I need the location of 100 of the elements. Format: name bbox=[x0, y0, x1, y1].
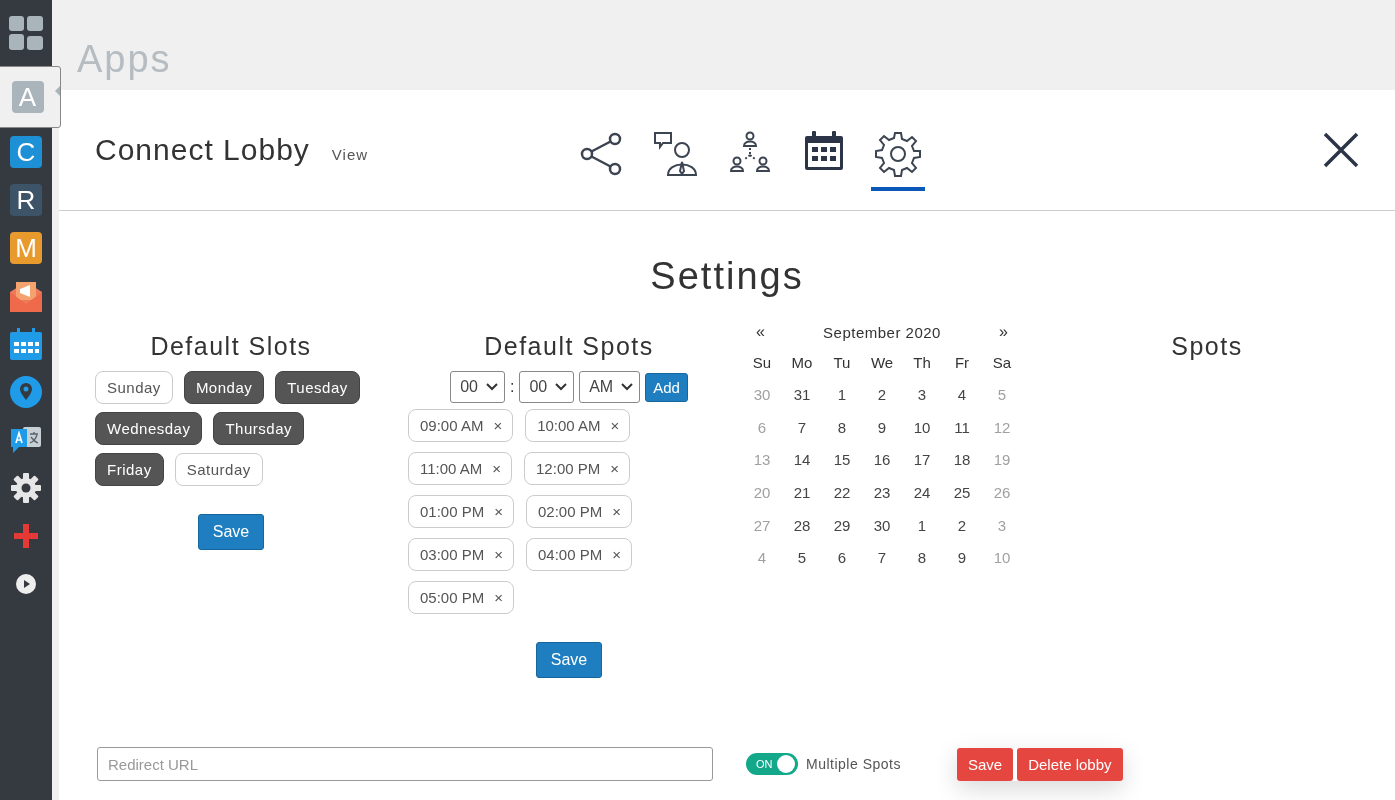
plus-icon bbox=[14, 524, 38, 548]
calendar-day[interactable]: 3 bbox=[902, 378, 942, 411]
tab[interactable] bbox=[871, 131, 925, 191]
save-button[interactable]: Save bbox=[535, 642, 603, 678]
calendar-day[interactable]: 25 bbox=[942, 476, 982, 509]
calendar-day[interactable]: 10 bbox=[902, 410, 942, 444]
app-tile: R bbox=[10, 184, 42, 216]
active-tab-underline bbox=[871, 187, 925, 191]
day-toggle[interactable]: Sunday bbox=[95, 371, 173, 404]
calendar-day[interactable]: 8 bbox=[822, 410, 862, 444]
calendar-icon bbox=[804, 131, 844, 171]
weekday-label: Tu bbox=[832, 352, 852, 373]
time-label: 01:00 PM bbox=[420, 503, 485, 520]
calendar-day[interactable]: 28 bbox=[782, 508, 822, 542]
calendar-day[interactable]: 24 bbox=[902, 476, 942, 509]
weekday-label: Th bbox=[912, 352, 932, 373]
delete-lobby-button[interactable]: Delete lobby bbox=[1017, 747, 1123, 781]
previous-month-button[interactable]: « bbox=[750, 322, 771, 342]
chevron-icon bbox=[485, 383, 498, 391]
app-tile: M bbox=[10, 232, 42, 264]
calendar-day[interactable]: 9 bbox=[862, 410, 902, 444]
calendar-day[interactable]: 16 bbox=[862, 443, 902, 477]
calendar-day[interactable]: 9 bbox=[942, 541, 982, 575]
time-label: 11:00 AM bbox=[420, 460, 483, 477]
column-title: Default Spots bbox=[484, 332, 654, 361]
day-toggle[interactable]: Wednesday bbox=[95, 412, 203, 445]
remove-button[interactable]: × bbox=[610, 417, 620, 434]
remove-button[interactable]: × bbox=[492, 460, 502, 477]
save-button[interactable]: Save bbox=[956, 747, 1014, 781]
calendar-day[interactable]: 7 bbox=[782, 410, 822, 444]
play-icon bbox=[16, 574, 36, 594]
app-tile: A bbox=[11, 81, 44, 113]
chevron-icon bbox=[555, 383, 568, 391]
time-label: 09:00 AM bbox=[420, 417, 484, 434]
view-link[interactable]: View bbox=[331, 146, 369, 163]
day-toggle[interactable]: Friday bbox=[95, 453, 164, 486]
save-button[interactable]: Save bbox=[197, 514, 265, 550]
calendar-day[interactable]: 6 bbox=[822, 541, 862, 575]
calendar-day[interactable]: 11 bbox=[942, 410, 982, 444]
time-label: 04:00 PM bbox=[538, 546, 603, 563]
hour-select[interactable]: 00 bbox=[450, 371, 505, 403]
calendar-day[interactable]: 29 bbox=[822, 508, 862, 542]
day-toggle[interactable]: Saturday bbox=[174, 453, 263, 486]
calendar-icon bbox=[10, 328, 42, 360]
calendar-day[interactable]: 22 bbox=[822, 476, 862, 509]
calendar-day[interactable]: 7 bbox=[862, 541, 902, 575]
calendar-day[interactable]: 2 bbox=[942, 508, 982, 542]
remove-button[interactable]: × bbox=[610, 460, 619, 477]
day-toggle[interactable]: Tuesday bbox=[275, 371, 360, 404]
weekday-label: Fr bbox=[953, 352, 971, 373]
calendar-day[interactable]: 1 bbox=[902, 508, 942, 542]
grid-icon bbox=[9, 16, 43, 50]
redirect-url-field[interactable]: Redirect URL bbox=[97, 747, 713, 781]
column-title: Default Slots bbox=[150, 332, 312, 361]
calendar-day[interactable]: 31 bbox=[782, 378, 822, 411]
calendar-day[interactable]: 30 bbox=[862, 508, 902, 542]
calendar-day[interactable]: 1 bbox=[822, 378, 862, 411]
calendar-day[interactable]: 17 bbox=[902, 443, 942, 477]
app-tile: C bbox=[10, 136, 42, 168]
time-separator: : bbox=[509, 378, 515, 396]
toggle-label: Multiple Spots bbox=[806, 756, 901, 772]
calendar-day[interactable]: 8 bbox=[902, 541, 942, 575]
weekday-label: Su bbox=[751, 352, 773, 373]
chevron-icon bbox=[621, 383, 634, 391]
calendar-day[interactable]: 21 bbox=[782, 476, 822, 509]
time-label: 10:00 AM bbox=[537, 417, 601, 434]
remove-button[interactable]: × bbox=[494, 546, 503, 563]
remove-button[interactable]: × bbox=[612, 503, 621, 520]
page-title: Apps bbox=[76, 37, 173, 82]
sidebar-item[interactable]: R bbox=[0, 176, 52, 224]
time-label: 05:00 PM bbox=[420, 589, 485, 606]
meridiem-select[interactable]: AM bbox=[579, 371, 641, 403]
weekday-label: We bbox=[869, 352, 895, 373]
calendar-day[interactable]: 4 bbox=[942, 378, 982, 411]
remove-button[interactable]: × bbox=[494, 589, 503, 606]
calendar-day[interactable]: 5 bbox=[782, 541, 822, 575]
close-icon[interactable] bbox=[1323, 132, 1359, 168]
envelope-megaphone-icon bbox=[10, 280, 42, 312]
translate-icon bbox=[11, 425, 41, 455]
add-button[interactable]: Add bbox=[645, 372, 688, 402]
time-label: 02:00 PM bbox=[538, 503, 603, 520]
day-toggle[interactable]: Thursday bbox=[213, 412, 304, 445]
column-title: Spots bbox=[1171, 332, 1243, 361]
minute-select[interactable]: 00 bbox=[519, 371, 575, 403]
settings-icon bbox=[875, 131, 921, 177]
calendar-day[interactable]: 23 bbox=[862, 476, 902, 509]
remove-button[interactable]: × bbox=[494, 503, 503, 520]
calendar-day[interactable]: 2 bbox=[862, 378, 902, 411]
remove-button[interactable]: × bbox=[493, 417, 503, 434]
next-month-button[interactable]: » bbox=[993, 322, 1014, 342]
weekday-label: Sa bbox=[991, 352, 1013, 373]
time-label: 12:00 PM bbox=[536, 460, 601, 477]
day-toggle[interactable]: Monday bbox=[183, 371, 265, 404]
person-speech-bubble-icon bbox=[653, 131, 699, 177]
calendar-day[interactable]: 15 bbox=[822, 443, 862, 477]
month-label: September 2020 bbox=[823, 323, 941, 341]
calendar-day[interactable]: 14 bbox=[782, 443, 822, 477]
calendar-day[interactable]: 18 bbox=[942, 443, 982, 477]
time-label: 03:00 PM bbox=[420, 546, 485, 563]
remove-button[interactable]: × bbox=[612, 546, 621, 563]
